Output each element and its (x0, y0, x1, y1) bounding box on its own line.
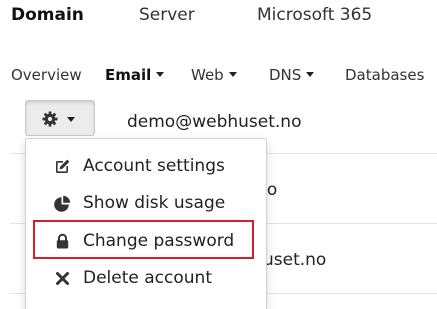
menu-item-change-password[interactable]: Change password (26, 223, 266, 259)
tab-microsoft-365[interactable]: Microsoft 365 (257, 4, 372, 26)
close-icon (56, 272, 69, 285)
chevron-down-icon (156, 72, 165, 77)
menu-item-account-settings[interactable]: Account settings (26, 148, 266, 184)
lock-icon (56, 233, 69, 249)
menu-item-label: Delete account (83, 268, 212, 288)
chevron-down-icon (306, 72, 315, 77)
subnav-overview-label: Overview (11, 66, 82, 84)
chevron-down-icon (67, 117, 75, 122)
tab-domain[interactable]: Domain (11, 4, 84, 26)
edit-icon (56, 159, 70, 173)
menu-item-label: Account settings (83, 156, 225, 176)
account-email: demo@webhuset.no (127, 112, 302, 132)
subnav-databases[interactable]: Databases (345, 64, 424, 86)
subnav-email-label: Email (105, 66, 152, 84)
chevron-down-icon (228, 72, 237, 77)
subnav-dns-label: DNS (269, 66, 302, 84)
tab-server[interactable]: Server (139, 4, 195, 26)
subnav-overview[interactable]: Overview (11, 64, 82, 86)
subnav-email[interactable]: Email (105, 64, 165, 86)
menu-item-delete-account[interactable]: Delete account (26, 260, 266, 296)
menu-item-label: Change password (83, 231, 235, 251)
menu-item-show-disk-usage[interactable]: Show disk usage (26, 185, 266, 221)
subnav-databases-label: Databases (345, 66, 425, 84)
subnav-web-label: Web (191, 66, 224, 84)
pie-chart-icon (54, 195, 71, 212)
account-actions-menu: Account settings Show disk usage Change … (25, 138, 267, 309)
subnav-dns[interactable]: DNS (269, 64, 315, 86)
subnav-web[interactable]: Web (191, 64, 237, 86)
account-actions-button[interactable] (25, 100, 95, 136)
menu-item-label: Show disk usage (83, 193, 226, 213)
account-row-email-partial: uset.no (263, 250, 327, 270)
gear-icon (42, 111, 58, 127)
